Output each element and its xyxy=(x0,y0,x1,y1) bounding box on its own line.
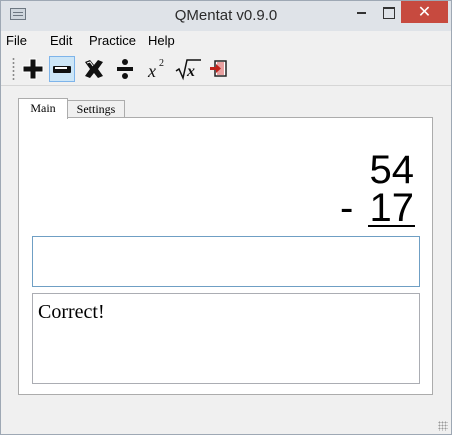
menu-practice[interactable]: Practice xyxy=(89,33,136,48)
square-icon: x 2 xyxy=(147,58,164,81)
minimize-button[interactable] xyxy=(347,1,377,23)
resize-grip[interactable] xyxy=(438,421,448,431)
tab-settings[interactable]: Settings xyxy=(68,100,125,118)
exit-icon xyxy=(210,60,227,77)
toolbar-grip[interactable] xyxy=(12,57,15,81)
app-window: QMentat v0.9.0 ✕ File Edit Practice Help xyxy=(0,0,452,435)
feedback-box: Correct! xyxy=(32,293,420,384)
feedback-text: Correct! xyxy=(38,301,105,323)
multiply-button[interactable] xyxy=(81,56,107,82)
subtract-icon xyxy=(53,66,71,73)
problem-operator: - xyxy=(340,186,354,230)
answer-input[interactable] xyxy=(32,236,420,287)
multiply-icon xyxy=(85,60,103,78)
square-root-button[interactable]: x xyxy=(174,56,201,82)
menu-help[interactable]: Help xyxy=(148,33,175,48)
tab-main[interactable]: Main xyxy=(18,98,68,119)
title-bar[interactable]: QMentat v0.9.0 ✕ xyxy=(1,1,451,31)
main-tab-panel: 54 - 17 Correct! xyxy=(18,117,433,395)
svg-text:x: x xyxy=(186,63,195,80)
menu-file[interactable]: File xyxy=(6,33,27,48)
close-button[interactable]: ✕ xyxy=(401,1,448,23)
toolbar-separator xyxy=(1,85,451,86)
problem-top-operand: 54 xyxy=(369,148,415,192)
maximize-button[interactable] xyxy=(376,1,400,23)
svg-text:2: 2 xyxy=(159,58,164,69)
menu-edit[interactable]: Edit xyxy=(50,33,72,48)
menu-bar: File Edit Practice Help xyxy=(1,31,451,51)
square-button[interactable]: x 2 xyxy=(145,56,171,82)
subtract-button[interactable] xyxy=(49,56,75,82)
divide-icon xyxy=(117,59,133,79)
problem-bottom-operand: 17 xyxy=(369,186,415,230)
exit-button[interactable] xyxy=(207,56,233,82)
add-button[interactable] xyxy=(20,56,46,82)
toolbar: x 2 x xyxy=(1,51,451,85)
divide-button[interactable] xyxy=(112,56,138,82)
add-icon xyxy=(22,58,44,80)
problem-underline xyxy=(368,225,415,227)
square-root-icon: x xyxy=(175,59,201,81)
close-icon: ✕ xyxy=(417,4,432,21)
svg-text:x: x xyxy=(147,61,156,81)
